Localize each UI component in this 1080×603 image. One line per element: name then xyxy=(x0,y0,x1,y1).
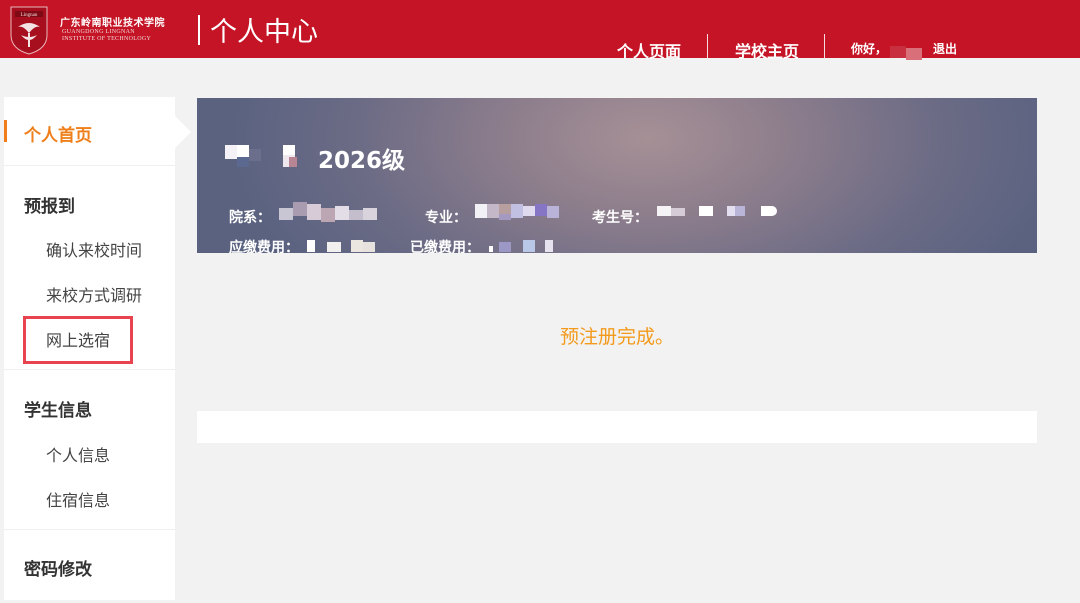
major-value-redacted xyxy=(475,202,575,222)
department-label: 院系： xyxy=(229,210,271,226)
school-name-english: GUANGDONG LINGNAN INSTITUTE OF TECHNOLOG… xyxy=(62,29,151,43)
content-panel xyxy=(197,411,1037,443)
sidebar-item-personal-info[interactable]: 个人信息 xyxy=(46,442,110,466)
nav-school-home-link[interactable]: 学校主页 xyxy=(735,38,799,62)
nav-personal-page-link[interactable]: 个人页面 xyxy=(617,38,681,62)
department-value-redacted xyxy=(279,202,409,222)
greeting-text: 你好， xyxy=(851,42,888,56)
sidebar-item-home-label[interactable]: 个人首页 xyxy=(24,121,92,146)
active-indicator xyxy=(4,120,7,142)
nav-separator xyxy=(824,34,825,58)
school-name-chinese: 广东岭南职业技术学院 xyxy=(60,18,165,29)
user-name-redacted xyxy=(888,44,928,60)
sidebar-item-dorm-info[interactable]: 住宿信息 xyxy=(46,487,110,511)
school-logo-icon[interactable]: Lingnan xyxy=(9,5,49,55)
logout-link[interactable]: 退出 xyxy=(933,40,957,57)
fee-paid-value-redacted xyxy=(489,238,569,253)
school-name-english-line1: GUANGDONG LINGNAN xyxy=(62,29,135,35)
school-name-english-line2: INSTITUTE OF TECHNOLOGY xyxy=(62,36,152,42)
sidebar-item-arrival-method-survey[interactable]: 来校方式调研 xyxy=(46,282,142,306)
top-header-bar: Lingnan 广东岭南职业技术学院 GUANGDONG LINGNAN INS… xyxy=(0,0,1080,61)
grade-label: 2026级 xyxy=(318,148,406,174)
sidebar-item-home[interactable]: 个人首页 xyxy=(4,97,191,166)
sidebar-heading-student-info: 学生信息 xyxy=(24,401,92,421)
fee-paid-label: 已缴费用： xyxy=(410,240,480,253)
active-arrow-icon xyxy=(175,116,191,148)
sidebar-item-confirm-arrival-time[interactable]: 确认来校时间 xyxy=(46,237,142,261)
sidebar-heading-pre-registration: 预报到 xyxy=(24,197,75,217)
fee-due-value-redacted xyxy=(307,238,387,253)
sidebar-divider xyxy=(4,529,175,530)
fee-due-label: 应缴费用： xyxy=(229,240,299,253)
highlight-box-dorm-selection xyxy=(23,316,133,364)
status-message: 预注册完成。 xyxy=(559,326,674,348)
exam-number-label: 考生号： xyxy=(592,210,648,226)
sidebar-nav: 个人首页 预报到 确认来校时间 来校方式调研 网上选宿 学生信息 个人信息 住宿… xyxy=(4,97,191,600)
major-label: 专业： xyxy=(425,210,467,226)
logo-text: Lingnan xyxy=(21,13,38,18)
sidebar-divider xyxy=(4,369,175,370)
sidebar-item-change-password[interactable]: 密码修改 xyxy=(24,555,92,580)
exam-number-redacted xyxy=(657,204,787,220)
student-name-redacted xyxy=(225,145,305,167)
nav-separator xyxy=(707,34,708,58)
title-divider xyxy=(198,15,200,45)
page-title: 个人中心 xyxy=(210,17,318,48)
profile-banner: 2026级 院系： 专业： 考生号： 应缴费用： 已缴费用： xyxy=(197,98,1037,253)
